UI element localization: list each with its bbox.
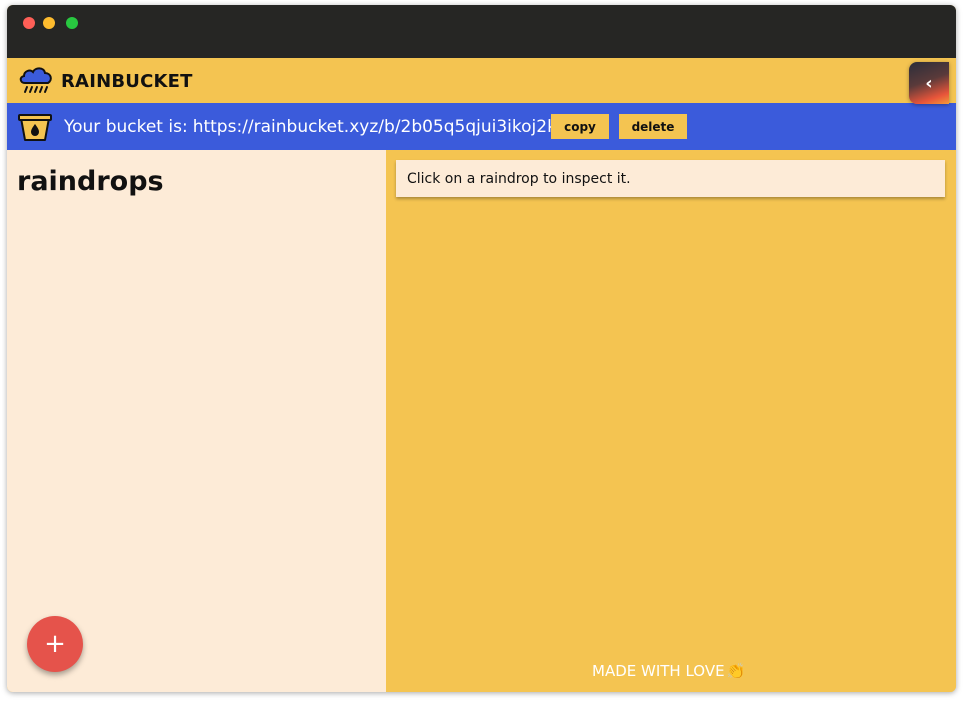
window-titlebar <box>7 5 956 58</box>
bucket-icon <box>18 114 52 141</box>
app-window: RAINBUCKET Your bucket is: https://rainbu… <box>7 5 956 692</box>
bucket-url-bar: Your bucket is: https://rainbucket.xyz/b/… <box>7 103 956 150</box>
maximize-window-button[interactable] <box>66 17 78 29</box>
collapse-panel-button[interactable]: ‹ <box>909 62 949 104</box>
close-window-button[interactable] <box>23 17 35 29</box>
delete-button[interactable]: delete <box>619 114 687 139</box>
raindrops-title: raindrops <box>17 166 164 197</box>
footer: MADE WITH LOVE 👏 <box>592 662 745 680</box>
rain-cloud-icon <box>19 67 52 93</box>
bucket-url-prefix: Your bucket is: <box>64 117 188 137</box>
bucket-url-text: Your bucket is: https://rainbucket.xyz/b/… <box>64 117 584 137</box>
minimize-window-button[interactable] <box>43 17 55 29</box>
chevron-left-icon: ‹ <box>925 72 933 94</box>
app-brand-name[interactable]: RAINBUCKET <box>61 71 193 92</box>
footer-text: MADE WITH LOVE <box>592 662 725 680</box>
plus-icon: + <box>44 629 66 659</box>
raindrops-panel: raindrops + <box>7 150 386 692</box>
inspect-message: Click on a raindrop to inspect it. <box>396 160 945 197</box>
add-raindrop-button[interactable]: + <box>27 616 83 672</box>
copy-button[interactable]: copy <box>551 114 609 139</box>
inspector-panel: Click on a raindrop to inspect it. MADE … <box>386 150 956 692</box>
clapping-hands-icon: 👏 <box>726 662 746 680</box>
app-header: RAINBUCKET <box>7 58 956 103</box>
bucket-url[interactable]: https://rainbucket.xyz/b/2b05q5qjui3ikoj… <box>193 117 584 137</box>
